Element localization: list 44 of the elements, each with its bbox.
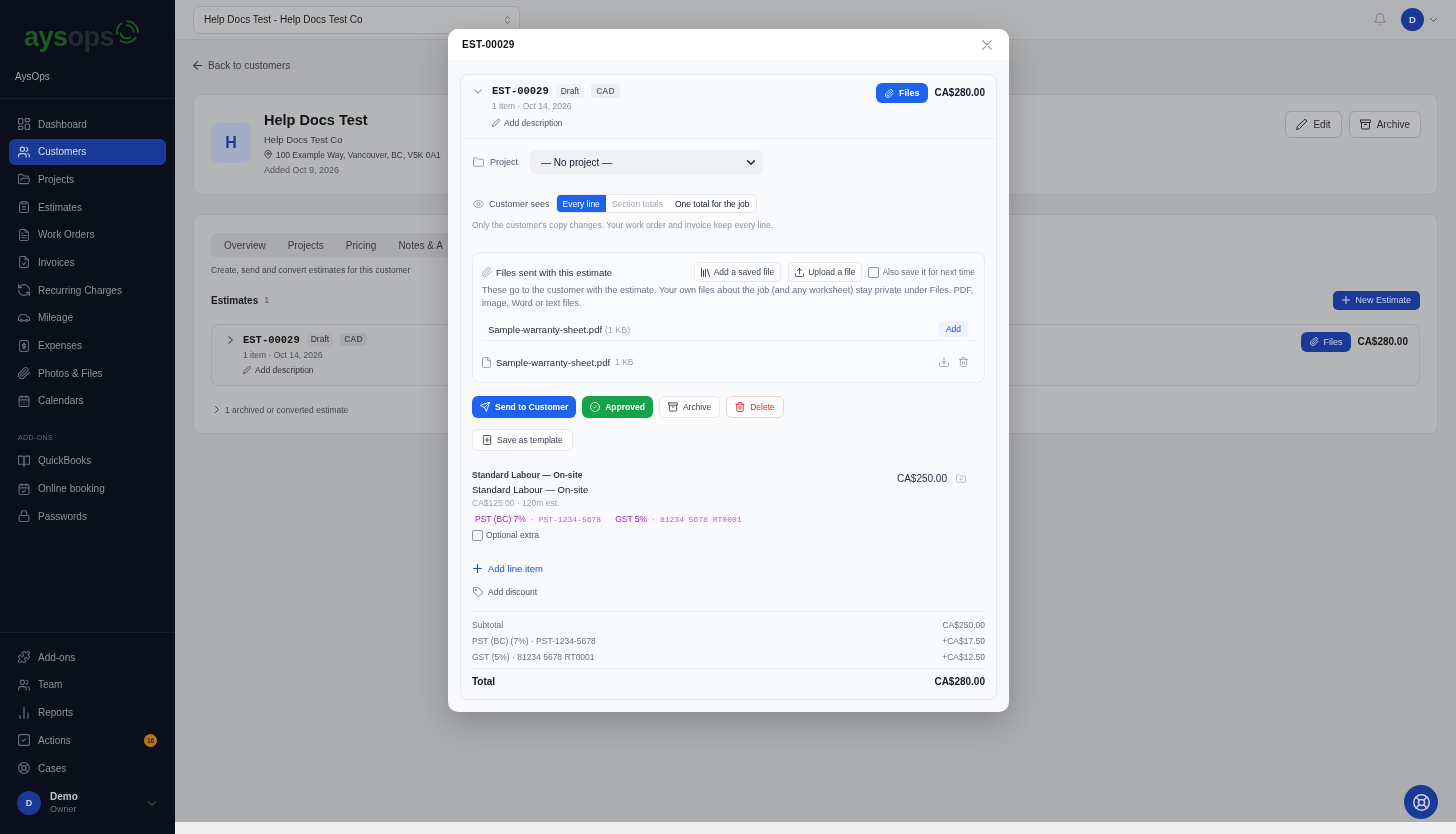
line-item-rate: CA$125.00 · 120m est. (472, 497, 560, 510)
files-title: Files sent with this estimate (496, 266, 613, 278)
tax-tag: PST (BC) 7% · PST-1234-5678 (472, 514, 605, 524)
line-item-title: Standard Labour — On-site (472, 469, 583, 482)
estimate-count: 1 (264, 295, 270, 305)
estimate-number: EST-00029 (243, 333, 300, 346)
estimate-total: CA$280.00 (934, 86, 985, 100)
line-item-name: Standard Labour — On-site (472, 483, 589, 497)
customer-avatar: H (211, 122, 251, 163)
total-value: +CA$17.50 (942, 636, 985, 646)
currency-badge: CAD (591, 84, 620, 98)
saved-file-name: Sample-warranty-sheet.pdf (1 KB) (488, 323, 631, 335)
total-value: +CA$12.50 (942, 652, 985, 662)
project-label: Project (490, 157, 518, 167)
view-mode-hint: Only the customer's copy changes. Your work order and invoice keep every line. (472, 219, 774, 232)
added-date: Added Oct 9, 2026 (264, 163, 340, 176)
dialog-title: EST-00029 (462, 39, 515, 50)
attached-file-name: Sample-warranty-sheet.pdf (496, 356, 611, 368)
total-value: CA$250.00 (942, 620, 985, 630)
customer-sees-label: Customer sees (489, 198, 550, 209)
estimate-meta: 1 item · Oct 14, 2026 (492, 100, 572, 113)
company-name: Help Docs Test Co (264, 132, 343, 146)
estimate-total: CA$280.00 (1357, 334, 1408, 349)
tax-tag: GST 5% · 81234 5678 RT0001 (612, 514, 745, 524)
total-label: Total (472, 676, 496, 687)
file-size: 1 KB (615, 357, 634, 367)
total-label: Subtotal (472, 620, 504, 630)
user-name: Demo (50, 791, 78, 803)
section-description: Create, send and convert estimates for this customer (211, 263, 411, 277)
total-label: GST (5%) · 81234 5678 RT0001 (472, 652, 595, 662)
estimate-number: EST-00029 (492, 85, 549, 97)
workspace-name: AysOps (14, 70, 51, 84)
total-value: CA$280.00 (934, 676, 985, 687)
section-title: Estimates (211, 294, 259, 306)
estimate-meta: 1 item · Oct 14, 2026 (243, 348, 323, 362)
total-label: PST (BC) (7%) · PST-1234-5678 (472, 636, 596, 646)
status-badge: Draft (306, 333, 334, 346)
files-description: These go to the customer with the estimate. Your own files about the job (and any worksheet) stay private under Files. PDF, image, Word or text files. (482, 284, 975, 310)
line-item-amount: CA$250.00 (896, 472, 947, 486)
currency-badge: CAD (340, 333, 367, 346)
customer-address: 100 Example Way, Vancouver, BC, V5K 0A1 (276, 148, 441, 162)
user-role: Owner (50, 803, 78, 815)
status-badge: Draft (555, 84, 585, 98)
customer-name: Help Docs Test (264, 110, 368, 129)
